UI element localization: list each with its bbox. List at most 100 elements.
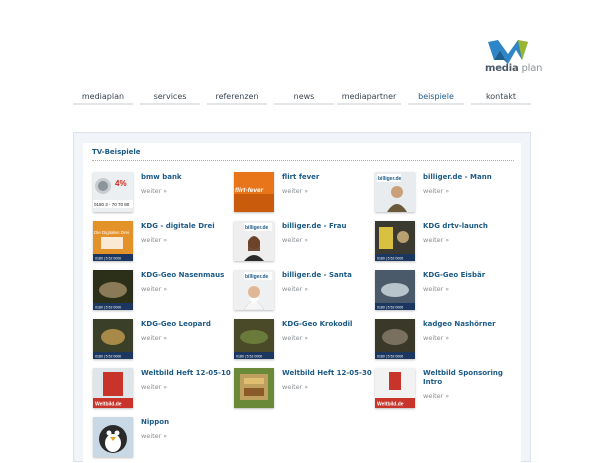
item-title[interactable]: KDG drtv-launch xyxy=(423,222,515,231)
svg-text:0180 | 5 52 0000: 0180 | 5 52 0000 xyxy=(377,355,403,359)
thumbnail-kdg-digitale-drei[interactable]: Die Digitalen Drei 0180 | 5 52 0000 xyxy=(93,221,133,261)
example-item-kadgeo-nashoerner: 0180 | 5 52 0000 kadgeo Nashörner weiter… xyxy=(375,319,515,363)
section-divider xyxy=(92,160,514,161)
thumbnail-weltbild-heft-12-05-30-image xyxy=(234,368,274,408)
more-link[interactable]: weiter » xyxy=(141,383,167,391)
thumbnail-billiger-frau[interactable]: billiger.de xyxy=(234,221,274,261)
more-link[interactable]: weiter » xyxy=(141,334,167,342)
thumbnail-billiger-santa-image: billiger.de xyxy=(234,270,274,310)
more-link[interactable]: weiter » xyxy=(282,334,308,342)
example-item-weltbild-heft-12-05-10: Weltbild.de Weltbild Heft 12-05-10 weite… xyxy=(93,368,233,412)
thumbnail-kdg-digitale-drei-image: Die Digitalen Drei 0180 | 5 52 0000 xyxy=(93,221,133,261)
thumbnail-weltbild-heft-12-05-10[interactable]: Weltbild.de xyxy=(93,368,133,408)
thumbnail-bmw-bank-image: 4% 0180 3 - 70 70 80 xyxy=(93,172,133,212)
svg-text:0180 | 5 52 0000: 0180 | 5 52 0000 xyxy=(95,257,121,261)
example-item-billiger-santa: billiger.de billiger.de - Santa weiter » xyxy=(234,270,374,314)
item-title[interactable]: KDG-Geo Eisbär xyxy=(423,271,515,280)
example-item-kdg-geo-krokodil: 0180 | 5 52 0000 KDG-Geo Krokodil weiter… xyxy=(234,319,374,363)
more-link[interactable]: weiter » xyxy=(282,285,308,293)
more-link[interactable]: weiter » xyxy=(141,432,167,440)
svg-text:billiger.de: billiger.de xyxy=(378,176,402,182)
section-title: TV-Beispiele xyxy=(92,148,141,156)
thumbnail-nippon-image xyxy=(93,417,133,457)
more-link[interactable]: weiter » xyxy=(423,187,449,195)
svg-text:Weltbild.de: Weltbild.de xyxy=(95,402,122,408)
svg-text:flirt-fever: flirt-fever xyxy=(235,187,264,194)
item-title[interactable]: Weltbild Heft 12-05-10 xyxy=(141,369,233,378)
item-title[interactable]: flirt fever xyxy=(282,173,374,182)
item-title[interactable]: billiger.de - Mann xyxy=(423,173,515,182)
svg-text:0180 3 - 70 70 80: 0180 3 - 70 70 80 xyxy=(94,202,130,207)
example-item-kdg-geo-eisbaer: 0180 | 5 52 0000 KDG-Geo Eisbär weiter » xyxy=(375,270,515,314)
nav-kontakt[interactable]: kontakt xyxy=(471,90,531,105)
item-title[interactable]: billiger.de - Frau xyxy=(282,222,374,231)
nav-mediapartner[interactable]: mediapartner xyxy=(337,90,401,105)
example-item-billiger-frau: billiger.de billiger.de - Frau weiter » xyxy=(234,221,374,265)
thumbnail-kadgeo-nashoerner[interactable]: 0180 | 5 52 0000 xyxy=(375,319,415,359)
thumbnail-kadgeo-nashoerner-image: 0180 | 5 52 0000 xyxy=(375,319,415,359)
item-title[interactable]: bmw bank xyxy=(141,173,233,182)
thumbnail-kdg-geo-nasenmaus[interactable]: 0180 | 5 52 0000 xyxy=(93,270,133,310)
nav-referenzen[interactable]: referenzen xyxy=(207,90,267,105)
nav-mediaplan[interactable]: mediaplan xyxy=(73,90,133,105)
example-item-weltbild-sponsoring-intro: Weltbild.de Weltbild Sponsoring Intro we… xyxy=(375,368,515,412)
thumbnail-nippon[interactable] xyxy=(93,417,133,457)
more-link[interactable]: weiter » xyxy=(423,236,449,244)
thumbnail-kdg-geo-nasenmaus-image: 0180 | 5 52 0000 xyxy=(93,270,133,310)
thumbnail-bmw-bank[interactable]: 4% 0180 3 - 70 70 80 xyxy=(93,172,133,212)
thumbnail-billiger-mann[interactable]: billiger.de xyxy=(375,172,415,212)
more-link[interactable]: weiter » xyxy=(141,236,167,244)
more-link[interactable]: weiter » xyxy=(141,187,167,195)
more-link[interactable]: weiter » xyxy=(282,187,308,195)
more-link[interactable]: weiter » xyxy=(282,383,308,391)
more-link[interactable]: weiter » xyxy=(423,392,449,400)
nav-beispiele[interactable]: beispiele xyxy=(408,90,464,105)
svg-text:0180 | 5 52 0000: 0180 | 5 52 0000 xyxy=(95,355,121,359)
thumbnail-kdg-geo-krokodil-image: 0180 | 5 52 0000 xyxy=(234,319,274,359)
thumbnail-billiger-frau-image: billiger.de xyxy=(234,221,274,261)
thumbnail-kdg-geo-leopard[interactable]: 0180 | 5 52 0000 xyxy=(93,319,133,359)
content-panel: TV-Beispiele 4% 0180 3 - 70 70 80 bmw ba… xyxy=(73,132,531,463)
svg-text:0180 | 5 52 0000: 0180 | 5 52 0000 xyxy=(377,306,403,310)
nav-news[interactable]: news xyxy=(274,90,334,105)
content-inner: TV-Beispiele 4% 0180 3 - 70 70 80 bmw ba… xyxy=(83,143,521,463)
thumbnail-kdg-geo-eisbaer[interactable]: 0180 | 5 52 0000 xyxy=(375,270,415,310)
nav-services[interactable]: services xyxy=(140,90,200,105)
item-title[interactable]: KDG-Geo Leopard xyxy=(141,320,233,329)
svg-text:0180 | 5 52 0000: 0180 | 5 52 0000 xyxy=(377,257,403,261)
svg-text:Die Digitalen Drei: Die Digitalen Drei xyxy=(94,230,129,235)
thumbnail-billiger-santa[interactable]: billiger.de xyxy=(234,270,274,310)
item-title[interactable]: Weltbild Heft 12-05-30 xyxy=(282,369,374,378)
thumbnail-flirt-fever[interactable]: flirt-fever xyxy=(234,172,274,212)
more-link[interactable]: weiter » xyxy=(423,285,449,293)
example-item-billiger-mann: billiger.de billiger.de - Mann weiter » xyxy=(375,172,515,216)
brand-name: media plan xyxy=(485,63,543,74)
svg-text:0180 | 5 52 0000: 0180 | 5 52 0000 xyxy=(95,306,121,310)
svg-text:0180 | 5 52 0000: 0180 | 5 52 0000 xyxy=(236,355,262,359)
thumbnail-weltbild-heft-12-05-30[interactable] xyxy=(234,368,274,408)
example-item-kdg-geo-leopard: 0180 | 5 52 0000 KDG-Geo Leopard weiter … xyxy=(93,319,233,363)
example-item-kdg-digitale-drei: Die Digitalen Drei 0180 | 5 52 0000 KDG … xyxy=(93,221,233,265)
more-link[interactable]: weiter » xyxy=(282,236,308,244)
item-title[interactable]: KDG - digitale Drei xyxy=(141,222,233,231)
thumbnail-weltbild-sponsoring-intro[interactable]: Weltbild.de xyxy=(375,368,415,408)
item-title[interactable]: Weltbild Sponsoring Intro xyxy=(423,369,515,387)
more-link[interactable]: weiter » xyxy=(423,334,449,342)
thumbnail-weltbild-sponsoring-intro-image: Weltbild.de xyxy=(375,368,415,408)
thumbnail-kdg-geo-leopard-image: 0180 | 5 52 0000 xyxy=(93,319,133,359)
thumbnail-billiger-mann-image: billiger.de xyxy=(375,172,415,212)
item-title[interactable]: KDG-Geo Nasenmaus xyxy=(141,271,233,280)
thumbnail-kdg-drtv-launch[interactable]: 0180 | 5 52 0000 xyxy=(375,221,415,261)
item-title[interactable]: Nippon xyxy=(141,418,233,427)
item-title[interactable]: kadgeo Nashörner xyxy=(423,320,515,329)
example-item-bmw-bank: 4% 0180 3 - 70 70 80 bmw bank weiter » xyxy=(93,172,233,216)
example-item-kdg-drtv-launch: 0180 | 5 52 0000 KDG drtv-launch weiter … xyxy=(375,221,515,265)
thumbnail-weltbild-heft-12-05-10-image: Weltbild.de xyxy=(93,368,133,408)
item-title[interactable]: billiger.de - Santa xyxy=(282,271,374,280)
svg-text:billiger.de: billiger.de xyxy=(245,274,269,280)
example-item-kdg-geo-nasenmaus: 0180 | 5 52 0000 KDG-Geo Nasenmaus weite… xyxy=(93,270,233,314)
item-title[interactable]: KDG-Geo Krokodil xyxy=(282,320,374,329)
thumbnail-kdg-geo-krokodil[interactable]: 0180 | 5 52 0000 xyxy=(234,319,274,359)
more-link[interactable]: weiter » xyxy=(141,285,167,293)
thumbnail-flirt-fever-image: flirt-fever xyxy=(234,172,274,212)
